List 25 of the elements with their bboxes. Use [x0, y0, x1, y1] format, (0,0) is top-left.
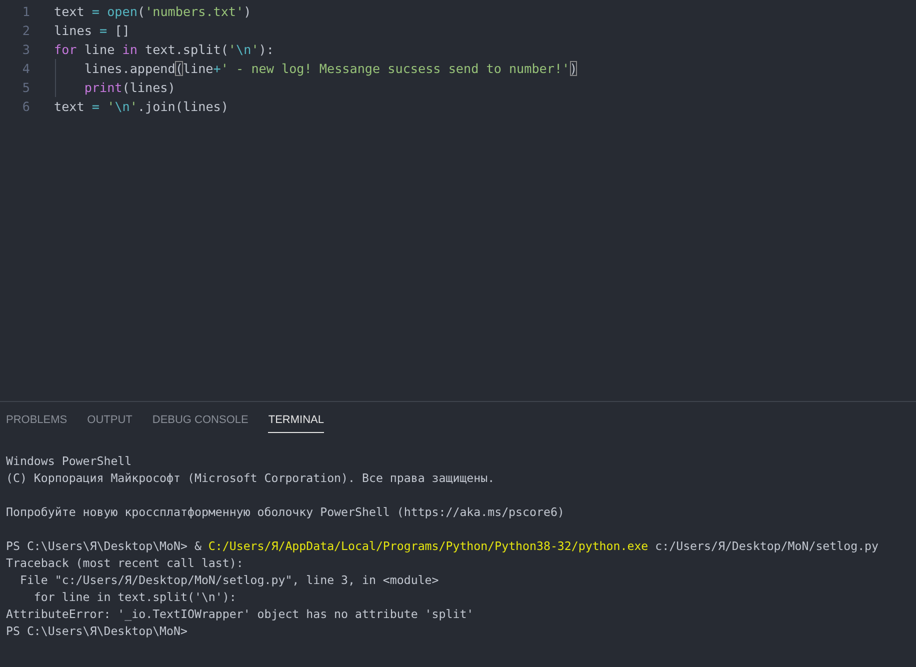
line-number: 4	[21, 61, 31, 76]
panel-tab[interactable]: OUTPUT	[87, 411, 132, 433]
line-number: 2	[21, 23, 31, 38]
code-line: lines = []	[54, 23, 130, 38]
code-line: for line in text.split('\n'):	[54, 42, 274, 57]
line-number: 1	[21, 4, 31, 19]
terminal-line: File "c:/Users/Я/Desktop/MoN/setlog.py", line 3, in <module>	[18, 572, 440, 589]
terminal-line: Traceback (most recent call last):	[6, 555, 244, 572]
terminal-line: for line in text.split('\n'):	[32, 589, 238, 606]
terminal-line: (C) Корпорация Майкрософт (Microsoft Corporation). Все права защищены.	[6, 470, 496, 487]
panel-tab[interactable]: PROBLEMS	[6, 411, 68, 433]
line-number: 5	[21, 80, 31, 95]
code-line: lines.append(line+' - new log! Messange sucsess send to number!')	[54, 61, 578, 76]
terminal-line: AttributeError: '_io.TextIOWrapper' object has no attribute 'split'	[6, 606, 475, 623]
line-number: 3	[21, 42, 31, 57]
terminal-line: PS C:\Users\Я\Desktop\MoN>	[6, 623, 188, 640]
terminal-line: PS C:\Users\Я\Desktop\MoN> & C:/Users/Я/AppData/Local/Programs/Python/Python38-32/python.exe c:/Users/Я/Desktop/MoN/setlog.py	[6, 538, 880, 555]
terminal-line: Попробуйте новую кроссплатформенную оболочку PowerShell (https://aka.ms/pscore6)	[6, 504, 566, 521]
panel-tab[interactable]: TERMINAL	[268, 411, 324, 433]
code-line: text = '\n'.join(lines)	[54, 99, 228, 114]
panel-tab[interactable]: DEBUG CONSOLE	[152, 411, 248, 433]
code-line: print(lines)	[54, 80, 176, 95]
code-line: text = open('numbers.txt')	[54, 4, 252, 19]
line-number: 6	[21, 99, 31, 114]
terminal-line: Windows PowerShell	[6, 453, 133, 470]
